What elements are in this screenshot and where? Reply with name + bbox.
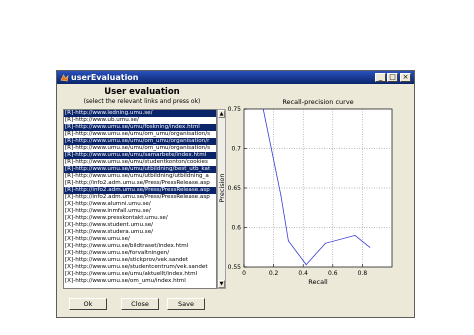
- x-axis-label: Recall: [308, 278, 328, 286]
- data-point: [262, 108, 264, 110]
- data-point: [369, 246, 371, 248]
- user-evaluation-window: userEvaluation _ □ × User evaluation (se…: [56, 70, 415, 318]
- y-axis-label: Precision: [218, 173, 226, 202]
- data-point: [287, 240, 289, 242]
- data-point: [354, 234, 356, 236]
- y-tick-label: 0.6: [231, 225, 241, 232]
- y-tick-label: 0.65: [228, 185, 242, 192]
- y-tick-label: 0.55: [228, 264, 242, 271]
- chart-title: Recall-precision curve: [282, 98, 353, 106]
- data-point: [280, 195, 282, 197]
- x-tick-label: 0.4: [298, 270, 308, 277]
- y-tick-label: 0.75: [228, 106, 242, 113]
- x-tick-label: 0.2: [269, 270, 279, 277]
- data-point: [305, 264, 307, 266]
- x-tick-label: 0.8: [358, 270, 368, 277]
- x-tick-label: 0.6: [328, 270, 338, 277]
- y-tick-label: 0.7: [231, 146, 241, 153]
- data-point: [324, 242, 326, 244]
- recall-precision-chart: 0 0.2 0.4 0.6 0.8 0.55 0.6 0.65 0.7 0.75 Recall-pr…: [218, 98, 393, 286]
- x-tick-label: 0: [242, 270, 246, 277]
